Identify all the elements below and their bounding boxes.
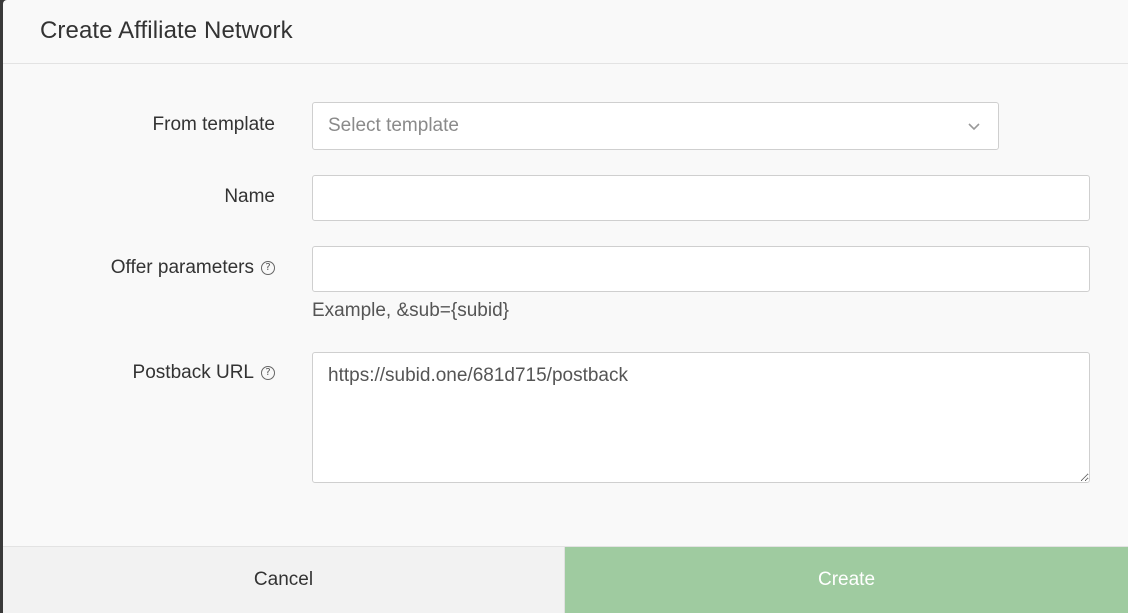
dialog-footer: Cancel Create xyxy=(3,546,1128,613)
question-circle-icon[interactable]: ? xyxy=(261,366,275,380)
name-input[interactable] xyxy=(312,175,1090,221)
offer-parameters-label-text: Offer parameters xyxy=(110,257,254,278)
template-label: From template xyxy=(153,114,275,136)
dialog-title: Create Affiliate Network xyxy=(40,17,293,44)
postback-url-label-text: Postback URL xyxy=(132,362,254,383)
offer-parameters-input[interactable] xyxy=(312,246,1090,292)
name-label: Name xyxy=(224,186,275,208)
template-select[interactable]: Select template xyxy=(312,102,999,150)
dialog-header: Create Affiliate Network xyxy=(3,0,1128,64)
template-label-text: From template xyxy=(152,114,275,135)
create-affiliate-network-dialog: Create Affiliate Network From template S… xyxy=(3,0,1128,613)
offer-parameters-hint: Example, &sub={subid} xyxy=(312,300,509,321)
postback-url-textarea[interactable]: https://subid.one/681d715/postback xyxy=(312,352,1090,483)
name-label-text: Name xyxy=(224,186,275,207)
template-select-placeholder: Select template xyxy=(328,115,459,136)
offer-parameters-label: Offer parameters ? xyxy=(111,257,275,279)
question-circle-icon[interactable]: ? xyxy=(261,261,275,275)
cancel-button[interactable]: Cancel xyxy=(3,547,565,613)
postback-url-label: Postback URL ? xyxy=(133,362,275,384)
create-button[interactable]: Create xyxy=(565,547,1128,613)
chevron-down-icon xyxy=(968,123,980,131)
